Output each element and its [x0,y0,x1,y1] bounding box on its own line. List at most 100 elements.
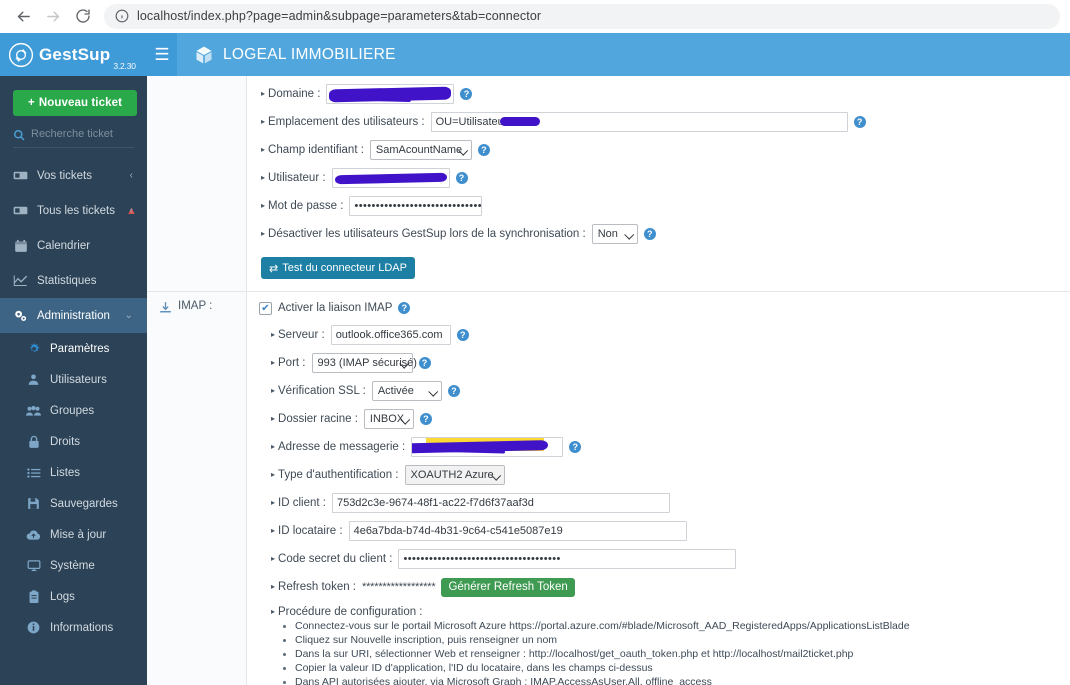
caret-icon: ▸ [271,582,276,591]
sidebar-item-label: Logs [50,590,75,603]
sidebar-item-logs[interactable]: Logs [0,581,147,612]
menu-toggle-button[interactable]: ☰ [147,33,177,76]
sidebar-item-groupes[interactable]: Groupes [0,395,147,426]
dossier-label: ▸ Dossier racine : [271,413,358,425]
help-icon[interactable]: ? [460,88,473,100]
id-locataire-label: ▸ ID locataire : [271,525,343,537]
help-icon[interactable]: ? [853,116,866,128]
procedure-title: ▸ Procédure de configuration : [271,606,423,618]
clipboard-icon [26,589,41,604]
domaine-input[interactable] [326,84,455,104]
id-client-input[interactable]: 753d2c3e-9674-48f1-ac22-f7d6f37aaf3d [331,493,670,513]
gears-icon [13,308,28,323]
refresh-token-label: ▸ Refresh token : [271,581,356,593]
mot-de-passe-label: ▸ Mot de passe : [261,200,344,212]
brand-logo-area[interactable]: GestSup 3.2.30 [0,33,147,76]
plus-icon: + [27,97,35,109]
sidebar-item-listes[interactable]: Listes [0,457,147,488]
sidebar-item-tous-les-tickets[interactable]: Tous les tickets ▲ ‹ [0,193,147,228]
address-bar-url: localhost/index.php?page=admin&subpage=p… [137,9,542,23]
help-icon[interactable]: ? [477,144,490,156]
adresse-label: ▸ Adresse de messagerie : [271,441,406,453]
sidebar-item-mise-a-jour[interactable]: Mise à jour [0,519,147,550]
ldap-section: ▸ Domaine : ? ▸ Emplacement des utilisat… [147,76,1070,292]
sidebar-item-statistiques[interactable]: Statistiques [0,263,147,298]
caret-icon: ▸ [261,201,266,210]
sidebar-item-parametres[interactable]: Paramètres [0,333,147,364]
chevron-left-icon[interactable]: ‹ [130,170,133,181]
field-code-secret: ▸ Code secret du client : ••••••••••••••… [261,546,1070,572]
ssl-select[interactable]: Activée [371,381,442,401]
back-arrow-icon [17,11,30,21]
code-secret-input[interactable]: ••••••••••••••••••••••••••••••••••••• [398,549,737,569]
chevron-down-icon[interactable]: ⌄ [125,310,133,321]
calendar-icon [13,238,28,253]
activer-imap-row: ✔ Activer la liaison IMAP ? [259,297,1070,319]
utilisateur-input[interactable] [331,168,450,188]
sidebar-item-droits[interactable]: Droits [0,426,147,457]
chevron-left-icon[interactable]: ‹ [130,205,133,216]
champ-identifiant-select[interactable]: SamAcountName [369,140,472,160]
emplacement-input[interactable]: OU=Utilisateurs [430,112,848,132]
sidebar-item-sauvegardes[interactable]: Sauvegardes [0,488,147,519]
port-label: ▸ Port : [271,357,306,369]
activer-imap-checkbox[interactable]: ✔ [259,301,272,315]
app-header: GestSup 3.2.30 ☰ LOGEAL IMMOBILIERE [0,33,1070,76]
adresse-messagerie-input[interactable] [411,437,564,457]
ssl-label: ▸ Vérification SSL : [271,385,366,397]
procedure-list: Connectez-vous sur le portail Microsoft … [261,619,1070,685]
test-ldap-connector-button[interactable]: ⇄ Test du connecteur LDAP [261,257,415,279]
field-verification-ssl: ▸ Vérification SSL : Activée ? [261,378,1070,404]
auth-select[interactable]: XOAUTH2 Azure [404,465,505,485]
reload-icon [76,9,90,23]
redaction-mark [334,172,447,185]
id-locataire-input[interactable]: 4e6a7bda-b74d-4b31-9c64-c541e5087e19 [348,521,687,541]
exchange-icon: ⇄ [269,262,279,275]
help-icon[interactable]: ? [643,228,656,240]
ticket-icon [13,203,28,218]
field-type-authentification: ▸ Type d'authentification : XOAUTH2 Azur… [261,462,1070,488]
mot-de-passe-input[interactable]: •••••••••••••••••••••••••••••••• [349,196,483,216]
field-utilisateur: ▸ Utilisateur : ? [261,165,1070,191]
caret-icon: ▸ [261,117,266,126]
forward-button[interactable] [40,3,66,29]
sidebar-item-label: Système [50,559,95,572]
serveur-input[interactable]: outlook.office365.com [330,325,451,345]
search-ticket-input[interactable]: Recherche ticket [13,126,134,148]
generate-refresh-token-button[interactable]: Générer Refresh Token [441,577,575,597]
cube-icon [194,45,214,65]
sidebar-item-systeme[interactable]: Système [0,550,147,581]
help-icon[interactable]: ? [456,329,469,341]
sidebar-item-vos-tickets[interactable]: Vos tickets ‹ [0,158,147,193]
main-content: ▸ Domaine : ? ▸ Emplacement des utilisat… [147,76,1070,685]
sidebar-item-label: Informations [50,621,114,634]
help-icon[interactable]: ? [418,357,431,369]
sidebar-item-utilisateurs[interactable]: Utilisateurs [0,364,147,395]
desactiver-select[interactable]: Non [591,224,638,244]
new-ticket-button[interactable]: + Nouveau ticket [13,90,137,116]
gear-icon [26,341,41,356]
site-info-icon[interactable] [115,9,129,23]
ticket-icon [13,168,28,183]
desactiver-label: ▸ Désactiver les utilisateurs GestSup lo… [261,228,586,240]
sidebar-item-label: Calendrier [37,239,91,252]
sidebar-item-informations[interactable]: Informations [0,612,147,643]
caret-icon: ▸ [271,498,276,507]
auth-label: ▸ Type d'authentification : [271,469,399,481]
help-icon[interactable]: ? [455,172,468,184]
help-icon[interactable]: ? [447,385,460,397]
sidebar-item-administration[interactable]: Administration ⌄ [0,298,147,333]
help-icon[interactable]: ? [569,441,582,453]
back-button[interactable] [10,3,36,29]
reload-button[interactable] [70,3,96,29]
sidebar-item-label: Utilisateurs [50,373,107,386]
domaine-label: ▸ Domaine : [261,88,321,100]
sidebar-item-calendrier[interactable]: Calendrier [0,228,147,263]
port-select[interactable]: 993 (IMAP sécurisé) [311,353,417,373]
address-bar[interactable]: localhost/index.php?page=admin&subpage=p… [104,3,1060,29]
help-icon[interactable]: ? [398,302,411,314]
search-placeholder: Recherche ticket [31,128,113,140]
dossier-select[interactable]: INBOX [363,409,414,429]
header-title-zone: LOGEAL IMMOBILIERE [177,33,1070,76]
help-icon[interactable]: ? [419,413,432,425]
